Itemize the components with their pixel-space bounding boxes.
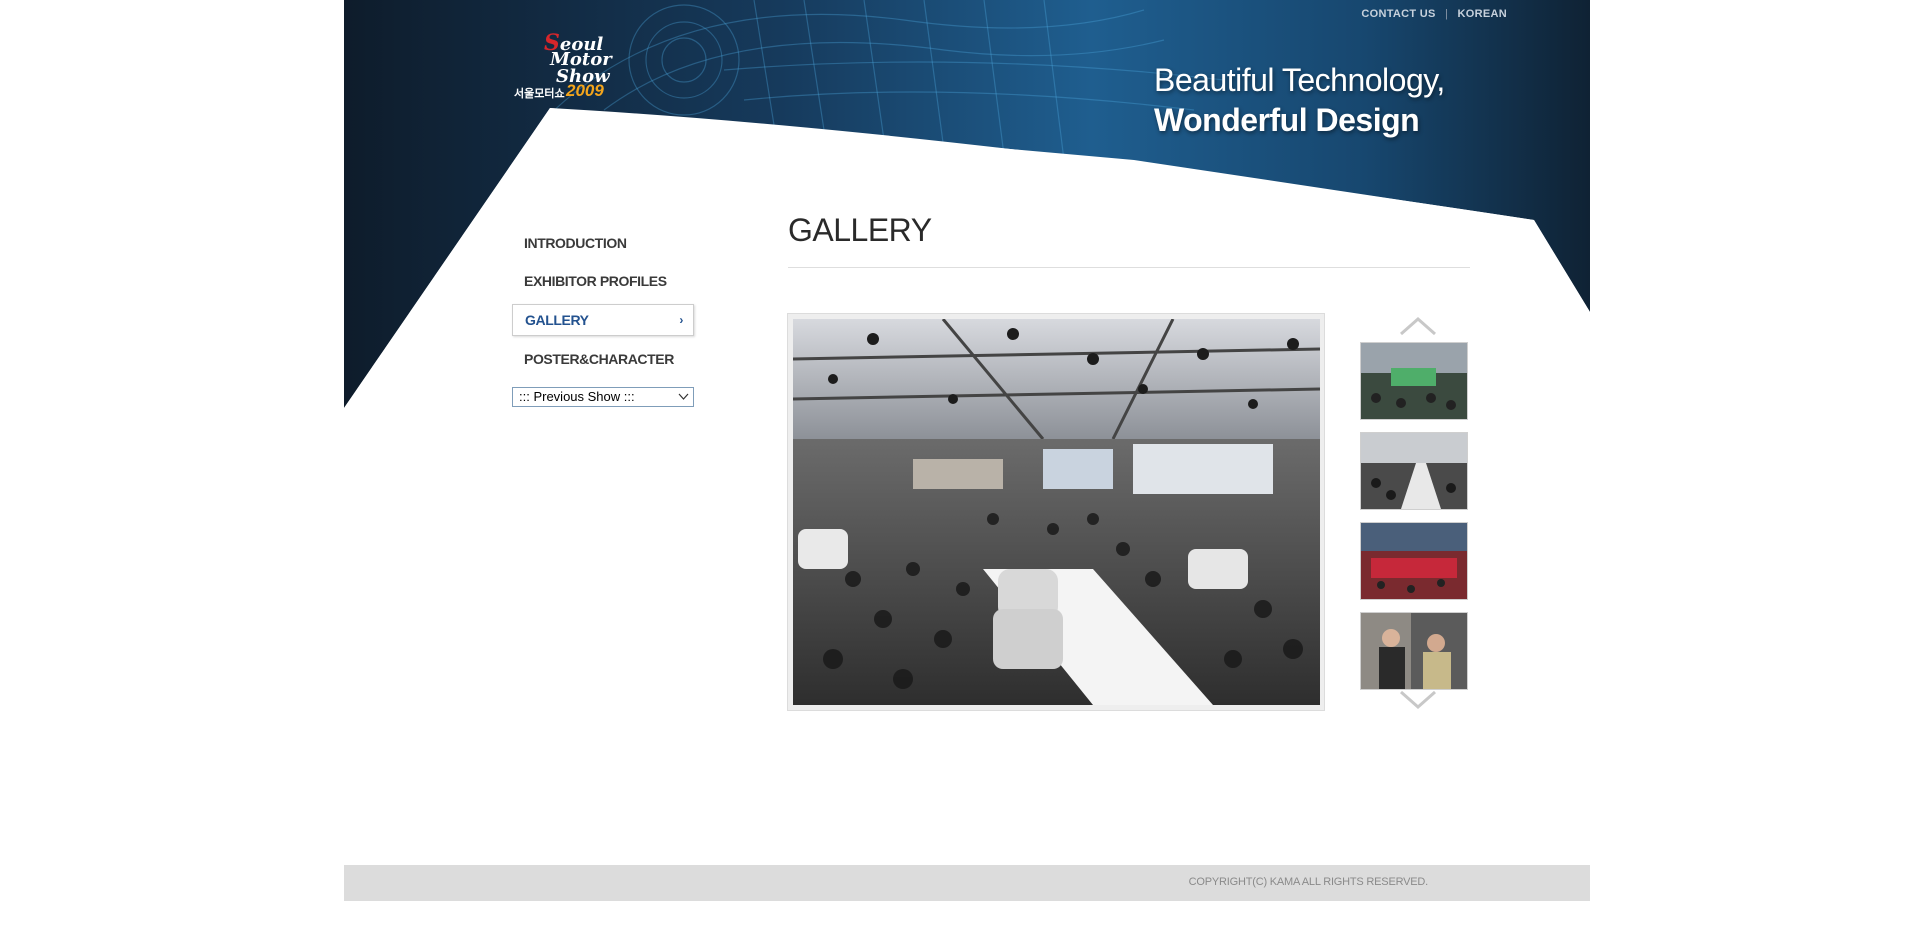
main-photo-frame xyxy=(787,313,1325,711)
menu-item-label: POSTER&CHARACTER xyxy=(524,351,674,367)
exhibition-hall-photo xyxy=(793,319,1320,705)
gallery-thumbnail[interactable] xyxy=(1360,432,1468,510)
footer: COPYRIGHT(C) KAMA ALL RIGHTS RESERVED. xyxy=(344,865,1590,901)
previous-show-value: ::: Previous Show ::: xyxy=(519,389,635,404)
logo-year: 2009 xyxy=(566,81,604,100)
thumbnail-scroll-down-icon[interactable] xyxy=(1399,690,1437,710)
menu-item-introduction[interactable]: INTRODUCTION xyxy=(512,228,694,258)
menu-item-label: INTRODUCTION xyxy=(524,235,627,251)
thumbnail-image xyxy=(1361,433,1467,509)
previous-show-select[interactable]: ::: Previous Show ::: xyxy=(512,387,694,407)
menu-item-exhibitor-profiles[interactable]: EXHIBITOR PROFILES xyxy=(512,266,694,296)
slogan-line-1: Beautiful Technology, xyxy=(1154,62,1445,98)
thumbnail-image xyxy=(1361,523,1467,599)
logo-korean-text: 서울모터쇼 xyxy=(514,88,565,100)
slogan-line-2: Wonderful Design xyxy=(1154,102,1420,138)
thumbnail-scroll-up-icon[interactable] xyxy=(1399,316,1437,336)
page-title: GALLERY xyxy=(788,212,932,248)
contact-us-link[interactable]: CONTACT US xyxy=(1361,8,1435,20)
menu-item-poster-character[interactable]: POSTER&CHARACTER xyxy=(512,344,694,374)
chevron-right-icon: › xyxy=(679,313,683,327)
thumbnail-list xyxy=(1360,342,1468,702)
menu-item-label: EXHIBITOR PROFILES xyxy=(524,273,667,289)
gallery-thumbnail[interactable] xyxy=(1360,342,1468,420)
chevron-down-icon xyxy=(678,393,689,400)
menu-item-gallery[interactable]: GALLERY › xyxy=(512,304,694,336)
main-gallery-photo[interactable] xyxy=(793,319,1320,705)
menu-item-label: GALLERY xyxy=(525,312,589,328)
top-links: CONTACT US | KOREAN xyxy=(1361,8,1507,20)
title-divider xyxy=(788,267,1470,268)
page-wrapper: CONTACT US | KOREAN Seoul Motor Show 서울모… xyxy=(344,0,1590,933)
gallery-thumbnail[interactable] xyxy=(1360,612,1468,690)
thumbnail-image xyxy=(1361,613,1467,689)
copyright-text: COPYRIGHT(C) KAMA ALL RIGHTS RESERVED. xyxy=(1188,876,1429,888)
link-separator: | xyxy=(1445,8,1449,20)
gallery-thumbnail[interactable] xyxy=(1360,522,1468,600)
seoul-motor-show-logo[interactable]: Seoul Motor Show 서울모터쇼 2009 xyxy=(514,32,624,104)
header-slogan: Beautiful Technology, Wonderful Design xyxy=(1154,60,1445,140)
korean-link[interactable]: KOREAN xyxy=(1458,8,1507,20)
side-menu: INTRODUCTION EXHIBITOR PROFILES GALLERY … xyxy=(512,228,694,382)
thumbnail-image xyxy=(1361,343,1467,419)
